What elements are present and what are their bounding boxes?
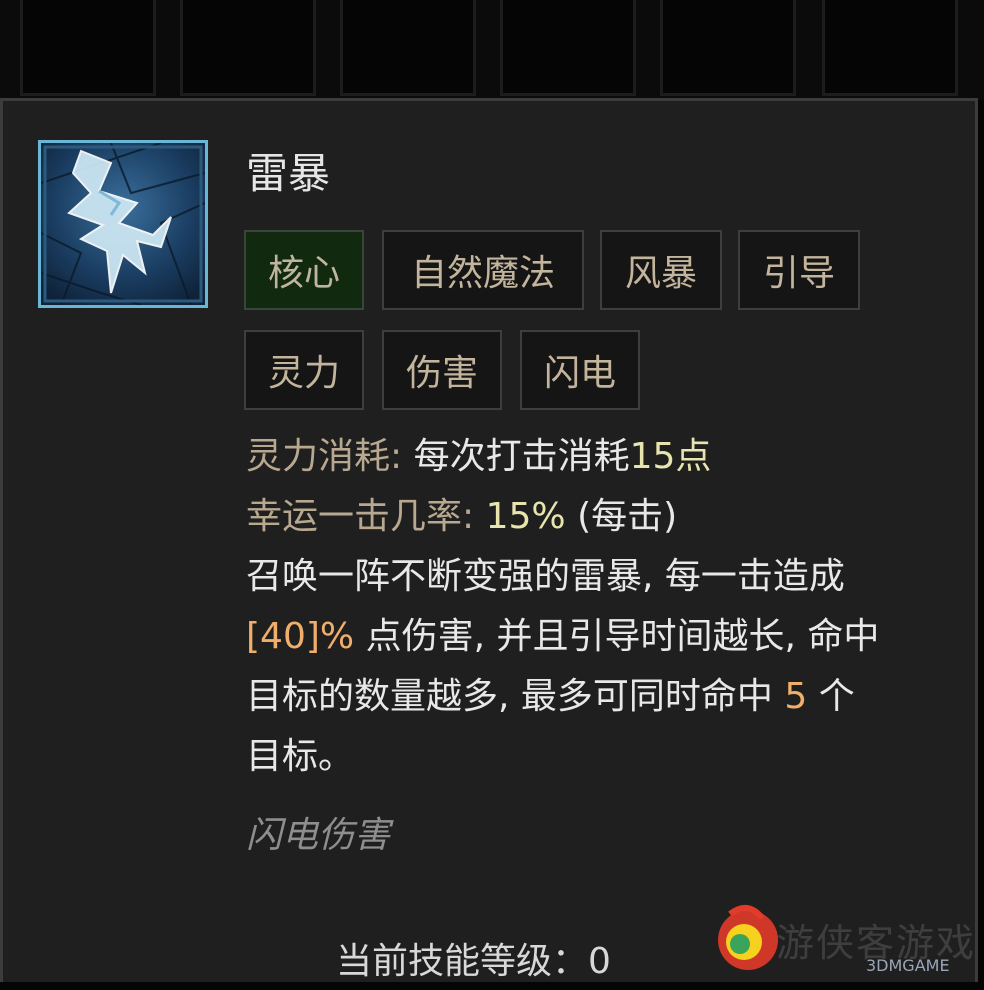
- skill-slot[interactable]: [20, 0, 156, 96]
- description-line-3-text: 目标的数量越多, 最多可同时命中: [246, 676, 773, 717]
- damage-percent-value: [40]%: [246, 616, 355, 657]
- damage-type: 闪电伤害: [246, 815, 391, 856]
- description-line-3-suffix: 个: [818, 676, 855, 717]
- lucky-hit-line: 幸运一击几率: 15% (每击): [246, 488, 677, 546]
- spirit-cost-value: 15点: [629, 436, 712, 477]
- skill-name: 雷暴: [246, 149, 331, 198]
- watermark-brand: 3DMGAME: [866, 956, 950, 975]
- spirit-cost-line: 灵力消耗: 每次打击消耗15点: [246, 428, 711, 486]
- skill-slot[interactable]: [660, 0, 796, 96]
- description-line-2: [40]% 点伤害, 并且引导时间越长, 命中: [246, 608, 879, 666]
- tag-damage: 伤害: [382, 330, 502, 410]
- tag-lightning: 闪电: [520, 330, 640, 410]
- skill-slot[interactable]: [500, 0, 636, 96]
- skill-slot[interactable]: [340, 0, 476, 96]
- tag-storm: 风暴: [600, 230, 722, 310]
- lightning-storm-icon: [38, 140, 208, 308]
- tag-spirit: 灵力: [244, 330, 364, 410]
- description-line-3: 目标的数量越多, 最多可同时命中 5 个: [246, 668, 855, 726]
- skill-bar-top: [0, 0, 984, 100]
- lucky-hit-label: 幸运一击几率:: [246, 496, 475, 537]
- spirit-cost-label: 灵力消耗:: [246, 436, 403, 477]
- tag-core: 核心: [244, 230, 364, 310]
- tag-channeled: 引导: [738, 230, 860, 310]
- description-line-4: 目标。: [246, 736, 355, 777]
- tag-nature-magic: 自然魔法: [382, 230, 584, 310]
- skill-slot[interactable]: [180, 0, 316, 96]
- max-targets-value: 5: [784, 676, 808, 717]
- lucky-hit-suffix: (每击): [577, 496, 678, 537]
- spirit-cost-text: 每次打击消耗: [413, 436, 630, 477]
- skill-slot[interactable]: [822, 0, 958, 96]
- description-line-2-text: 点伤害, 并且引导时间越长, 命中: [365, 616, 880, 657]
- lucky-hit-value: 15%: [485, 496, 566, 537]
- description-line-1: 召唤一阵不断变强的雷暴, 每一击造成: [246, 556, 845, 597]
